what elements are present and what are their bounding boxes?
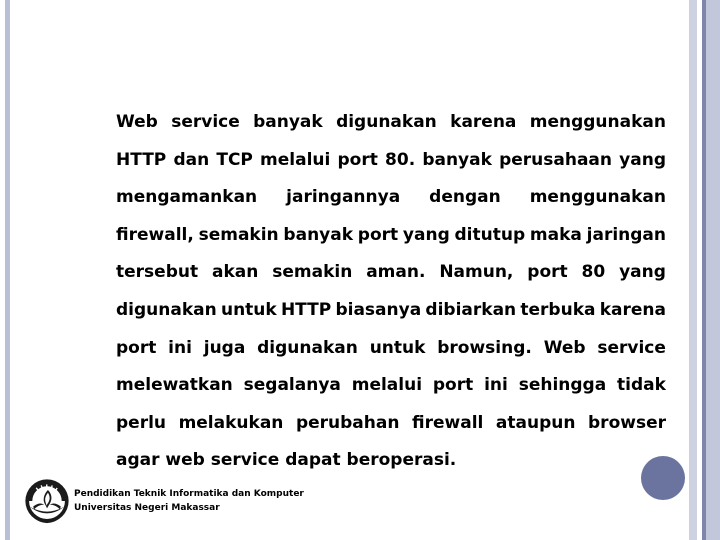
word: karena bbox=[450, 112, 517, 132]
left-accent-rule bbox=[5, 0, 10, 540]
paragraph-line-3: mengamankan jaringannya dengan menggunak… bbox=[116, 179, 666, 217]
word: mengamankan bbox=[116, 187, 258, 208]
word: karena bbox=[599, 299, 666, 320]
word: Namun, bbox=[439, 262, 514, 283]
word: aman. bbox=[366, 262, 426, 283]
word: service bbox=[171, 112, 240, 132]
word: yang bbox=[619, 149, 666, 170]
paragraph-line-8: melewatkan segalanya melalui port ini se… bbox=[116, 367, 666, 405]
word: Web bbox=[116, 112, 158, 132]
word: melewatkan bbox=[116, 375, 233, 396]
slide-body-text: Web service banyak digunakan karena meng… bbox=[116, 104, 666, 480]
slide-footer: Pendidikan Teknik Informatika dan Komput… bbox=[24, 478, 304, 524]
word: semakin bbox=[198, 224, 279, 245]
word: yang bbox=[402, 224, 450, 245]
footer-line-1: Pendidikan Teknik Informatika dan Komput… bbox=[74, 489, 304, 499]
word: biasanya bbox=[335, 299, 422, 320]
word: digunakan bbox=[257, 337, 358, 358]
unm-university-emblem-icon bbox=[24, 478, 70, 524]
word: port bbox=[116, 337, 157, 358]
word: ini bbox=[484, 375, 508, 396]
word: juga bbox=[203, 337, 246, 358]
word: terbuka bbox=[520, 299, 596, 320]
word: segalanya bbox=[243, 375, 341, 396]
right-accent-rule-wide bbox=[706, 0, 720, 540]
paragraph-line-1: Web service banyak digunakan karena meng… bbox=[116, 104, 666, 142]
footer-affiliation: Pendidikan Teknik Informatika dan Komput… bbox=[74, 487, 304, 515]
word: browsing. bbox=[437, 337, 532, 358]
word: jaringan bbox=[586, 224, 666, 245]
word: digunakan bbox=[336, 112, 437, 132]
word: melalui bbox=[351, 375, 423, 396]
word: yang bbox=[619, 262, 666, 283]
word: dan bbox=[173, 149, 210, 170]
word: melakukan bbox=[178, 412, 284, 433]
corner-accent-dot bbox=[641, 456, 685, 500]
word: untuk bbox=[369, 337, 426, 358]
paragraph-line-9: perlu melakukan perubahan firewall ataup… bbox=[116, 405, 666, 443]
word: banyak bbox=[283, 224, 354, 245]
paragraph-line-4: firewall, semakin banyak port yang ditut… bbox=[116, 217, 666, 255]
paragraph-line-5: tersebut akan semakin aman. Namun, port … bbox=[116, 254, 666, 292]
word: firewall, bbox=[116, 224, 194, 245]
word: port bbox=[527, 262, 568, 283]
word: sehingga bbox=[518, 375, 607, 396]
word: menggunakan bbox=[529, 187, 666, 208]
word: Web bbox=[543, 337, 586, 358]
footer-line-2: Universitas Negeri Makassar bbox=[74, 503, 220, 513]
word: service bbox=[597, 337, 666, 358]
word: port bbox=[337, 149, 378, 170]
word: dibiarkan bbox=[425, 299, 517, 320]
right-accent-rule-outer bbox=[689, 0, 697, 540]
word: akan bbox=[211, 262, 259, 283]
word: maka bbox=[529, 224, 582, 245]
word: 80 bbox=[581, 262, 606, 283]
paragraph-line-10: agar web service dapat beroperasi. bbox=[116, 450, 457, 471]
word: tersebut bbox=[116, 262, 199, 283]
word: TCP bbox=[216, 149, 253, 170]
word: perubahan bbox=[295, 412, 400, 433]
word: semakin bbox=[272, 262, 353, 283]
word: HTTP bbox=[116, 149, 167, 170]
word: perlu bbox=[116, 412, 167, 433]
paragraph-line-2: HTTP dan TCP melalui port 80. banyak per… bbox=[116, 142, 666, 180]
word: jaringannya bbox=[286, 187, 401, 208]
word: untuk bbox=[220, 299, 277, 320]
word: port bbox=[432, 375, 474, 396]
word: banyak bbox=[422, 149, 492, 170]
slide-canvas: Web service banyak digunakan karena meng… bbox=[0, 0, 720, 540]
word: dengan bbox=[429, 187, 501, 208]
word: ini bbox=[168, 337, 192, 358]
word: menggunakan bbox=[529, 112, 666, 132]
paragraph-line-6: digunakan untuk HTTP biasanya dibiarkan … bbox=[116, 292, 666, 330]
word: browser bbox=[588, 412, 666, 433]
word: ataupun bbox=[495, 412, 576, 433]
word: tidak bbox=[617, 375, 666, 396]
word: banyak bbox=[253, 112, 323, 132]
word: firewall bbox=[412, 412, 484, 433]
word: HTTP bbox=[280, 299, 332, 320]
word: digunakan bbox=[116, 299, 217, 320]
paragraph-line-7: port ini juga digunakan untuk browsing. … bbox=[116, 330, 666, 368]
word: port bbox=[357, 224, 399, 245]
word: 80. bbox=[385, 149, 416, 170]
word: ditutup bbox=[454, 224, 526, 245]
word: melalui bbox=[260, 149, 331, 170]
word: perusahaan bbox=[499, 149, 613, 170]
